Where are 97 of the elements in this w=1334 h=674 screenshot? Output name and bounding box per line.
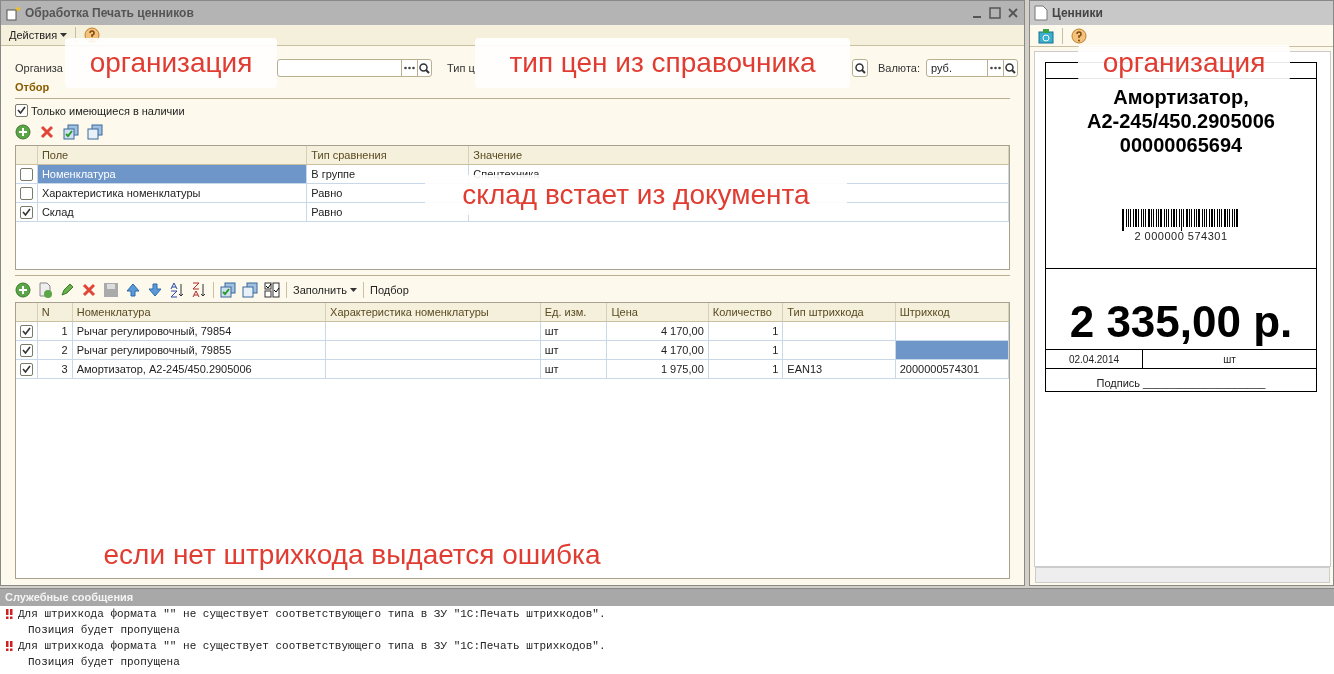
column-header[interactable]: Цена: [607, 303, 709, 321]
search-icon[interactable]: [1005, 62, 1016, 74]
table-cell: 3: [37, 360, 73, 378]
table-cell: Номенклатура: [37, 165, 308, 183]
checkbox[interactable]: [19, 362, 33, 376]
close-icon[interactable]: [1006, 6, 1020, 20]
search-icon[interactable]: [419, 62, 430, 74]
column-header[interactable]: Ед. изм.: [540, 303, 608, 321]
product-name: Амортизатор,: [1113, 85, 1249, 109]
add-icon[interactable]: [15, 124, 31, 140]
column-header[interactable]: Поле: [37, 146, 308, 164]
annotation-text: если нет штрихкода выдается ошибка: [102, 538, 602, 572]
actions-menu[interactable]: Действия: [9, 26, 68, 44]
column-header[interactable]: Значение: [469, 146, 1009, 164]
checkbox[interactable]: [19, 167, 33, 181]
unit-text: шт: [1222, 353, 1237, 367]
check-all-icon[interactable]: [63, 124, 79, 140]
checkbox[interactable]: [19, 324, 33, 338]
annotation-text: организация: [1078, 45, 1290, 81]
delete-icon[interactable]: [39, 124, 55, 140]
field-label: Организа: [15, 60, 64, 76]
checkbox[interactable]: [19, 205, 33, 219]
pick-button[interactable]: Подбор: [370, 281, 409, 299]
field-label: Валюта:: [878, 60, 921, 76]
table-cell: Характеристика номенклатуры: [37, 184, 308, 202]
down-arrow-icon[interactable]: [147, 282, 163, 298]
input-field[interactable]: [277, 59, 432, 77]
maximize-icon[interactable]: [988, 6, 1002, 20]
barcode-icon: [1122, 209, 1240, 231]
uncheck-all-icon[interactable]: [87, 124, 103, 140]
annotation-text: тип цен из справочника: [475, 38, 850, 88]
date-text: 02.04.2014: [1046, 350, 1143, 368]
table-cell: 2: [37, 341, 73, 359]
product-name: А2-245/450.2905006: [1087, 109, 1275, 133]
table-cell: 1: [37, 322, 73, 340]
table-cell: шт: [540, 322, 608, 340]
barcode-number: 2 000000 574301: [1134, 231, 1228, 241]
table-cell: 2000000574301: [895, 360, 1009, 378]
window-title: Обработка Печать ценников: [25, 5, 195, 22]
form-icon[interactable]: [5, 5, 21, 21]
pencil-icon[interactable]: [59, 282, 75, 298]
message-text: Для штрихкода формата "" не существует соответствующего типа в ЗУ "1С:Печать штрихкодов".: [18, 606, 606, 622]
signature-line: Подпись ____________________: [1095, 376, 1267, 391]
sort-desc-icon[interactable]: [191, 282, 207, 298]
uncheck-all-icon[interactable]: [242, 282, 258, 298]
message-text: Для штрихкода формата "" не существует соответствующего типа в ЗУ "1С:Печать штрихкодов".: [18, 638, 606, 654]
table-cell: Рычаг регулировочный, 79854: [72, 322, 327, 340]
table-cell: 1: [708, 322, 784, 340]
message-text: Позиция будет пропущена: [28, 622, 180, 638]
delete-icon[interactable]: [81, 282, 97, 298]
checkbox[interactable]: [19, 186, 33, 200]
table-cell: шт: [540, 341, 608, 359]
column-header[interactable]: Тип штрихкода: [783, 303, 896, 321]
table-cell: 1 975,00: [607, 360, 709, 378]
table-cell: 1: [708, 360, 784, 378]
checkbox-label: Только имеющиеся в наличии: [31, 103, 185, 119]
add-icon[interactable]: [15, 282, 31, 298]
table-cell: EAN13: [783, 360, 896, 378]
table-cell: 4 170,00: [607, 322, 709, 340]
column-header[interactable]: Тип сравнения: [307, 146, 470, 164]
up-arrow-icon[interactable]: [125, 282, 141, 298]
panel-title: Служебные сообщения: [0, 589, 1334, 606]
check-all-icon[interactable]: [220, 282, 236, 298]
window-title: Ценники: [1052, 5, 1103, 22]
checkbox[interactable]: [19, 343, 33, 357]
price-text: 2 335,00 р.: [1046, 269, 1316, 350]
table-cell: 1: [708, 341, 784, 359]
message-text: Позиция будет пропущена: [28, 654, 180, 670]
scrollbar[interactable]: [1035, 567, 1330, 583]
more-icon[interactable]: [404, 66, 415, 70]
table-cell: Амортизатор, А2-245/450.2905006: [72, 360, 327, 378]
field-label: Тип ц: [447, 60, 475, 76]
column-header[interactable]: Количество: [708, 303, 784, 321]
help-icon[interactable]: [1071, 27, 1087, 44]
warning-icon[interactable]: [5, 641, 13, 651]
fill-menu[interactable]: Заполнить: [293, 281, 357, 299]
table-cell: Рычаг регулировочный, 79855: [72, 341, 327, 359]
table-cell: 4 170,00: [607, 341, 709, 359]
column-header[interactable]: Штрихкод: [895, 303, 1009, 321]
checklist-icon[interactable]: [264, 282, 280, 298]
more-icon[interactable]: [990, 66, 1001, 70]
table-cell: Склад: [37, 203, 308, 221]
annotation-text: организация: [65, 38, 277, 88]
checkbox[interactable]: [15, 104, 28, 118]
document-icon[interactable]: [1034, 5, 1048, 21]
sort-asc-icon[interactable]: [169, 282, 185, 298]
column-header[interactable]: Номенклатура: [72, 303, 327, 321]
warning-icon[interactable]: [5, 609, 13, 619]
column-header[interactable]: N: [37, 303, 73, 321]
caret-icon[interactable]: [350, 288, 357, 292]
caret-icon[interactable]: [60, 33, 68, 37]
table-cell: шт: [540, 360, 608, 378]
copy-icon[interactable]: [37, 282, 53, 298]
section-title: Отбор: [15, 80, 51, 95]
input-field[interactable]: руб.: [926, 59, 1018, 77]
column-header[interactable]: Характеристика номенклатуры: [326, 303, 541, 321]
product-name: 00000065694: [1119, 133, 1243, 157]
